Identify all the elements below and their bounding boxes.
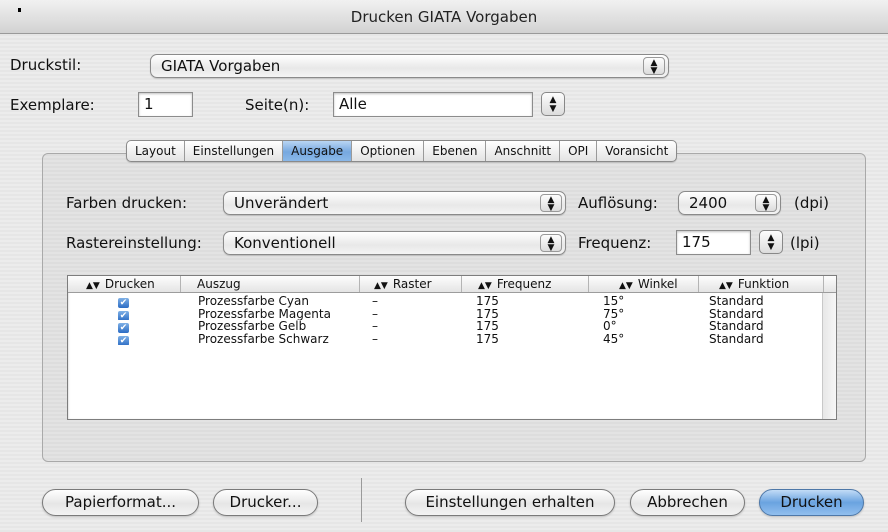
col-header-drucken[interactable]: ▲▼ Drucken	[68, 276, 181, 292]
table-row[interactable]: ✔ Prozessfarbe Cyan – 175 15° Standard	[68, 295, 836, 308]
farben-value: Unverändert	[234, 194, 329, 212]
papierformat-button[interactable]: Papierformat...	[42, 489, 199, 516]
table-header: ▲▼ Drucken Auszug ▲▼ Raster ▲▼ Frequenz ▲▼ W…	[68, 276, 836, 293]
col-header-raster[interactable]: ▲▼ Raster	[360, 276, 462, 292]
drucker-button[interactable]: Drucker...	[213, 489, 318, 516]
table-body: ✔ Prozessfarbe Cyan – 175 15° Standard ✔…	[68, 295, 836, 345]
frequenz-label: Frequenz:	[578, 234, 652, 252]
print-checkbox[interactable]: ✔	[118, 298, 129, 308]
frequenz-field[interactable]: 175	[676, 230, 751, 255]
winkel-cell: 45°	[603, 332, 625, 345]
col-header-winkel[interactable]: ▲▼ Winkel	[589, 276, 699, 292]
tab-anschnitt[interactable]: Anschnitt	[486, 141, 561, 161]
tab-layout[interactable]: Layout	[127, 141, 185, 161]
popup-arrows-icon: ▲ ▼	[540, 234, 562, 253]
table-scrollbar[interactable]	[822, 293, 836, 419]
raster-value: Konventionell	[234, 234, 336, 252]
print-checkbox[interactable]: ✔	[118, 335, 129, 345]
winkel-cell: 75°	[603, 307, 625, 320]
druckstil-value: GIATA Vorgaben	[161, 57, 281, 75]
tab-ebenen[interactable]: Ebenen	[424, 141, 487, 161]
sort-icon: ▲▼	[374, 281, 388, 291]
drucken-button[interactable]: Drucken	[759, 489, 864, 516]
winkel-cell: 0°	[603, 320, 617, 333]
raster-cell: –	[372, 307, 378, 320]
aufloesung-popup[interactable]: 2400 ▲ ▼	[678, 191, 781, 215]
funktion-cell: Standard	[709, 332, 764, 345]
aufloesung-unit: (dpi)	[794, 194, 829, 212]
tab-opi[interactable]: OPI	[560, 141, 598, 161]
popup-arrows-icon: ▲ ▼	[540, 194, 562, 213]
window-title: Drucken GIATA Vorgaben	[350, 8, 538, 26]
title-bar: Drucken GIATA Vorgaben	[0, 0, 888, 34]
raster-popup[interactable]: Konventionell ▲ ▼	[223, 231, 566, 255]
frequenz-cell: 175	[476, 320, 499, 333]
winkel-cell: 15°	[603, 295, 625, 308]
tab-ausgabe[interactable]: Ausgabe	[283, 141, 353, 161]
sort-icon: ▲▼	[719, 281, 733, 291]
sort-icon: ▲▼	[86, 281, 100, 291]
frequenz-cell: 175	[476, 295, 499, 308]
auszug-cell: Prozessfarbe Gelb	[198, 320, 307, 333]
tab-einstellungen[interactable]: Einstellungen	[185, 141, 284, 161]
print-checkbox[interactable]: ✔	[118, 323, 129, 333]
table-row[interactable]: ✔ Prozessfarbe Gelb – 175 0° Standard	[68, 320, 836, 333]
button-separator	[361, 478, 362, 522]
abbrechen-button[interactable]: Abbrechen	[630, 489, 745, 516]
aufloesung-value: 2400	[689, 194, 728, 212]
seiten-popup-button[interactable]: ▲ ▼	[541, 92, 565, 116]
table-row[interactable]: ✔ Prozessfarbe Magenta – 175 75° Standar…	[68, 307, 836, 320]
col-header-frequenz[interactable]: ▲▼ Frequenz	[462, 276, 589, 292]
separations-table: ▲▼ Drucken Auszug ▲▼ Raster ▲▼ Frequenz ▲▼ W…	[67, 275, 837, 420]
popup-arrows-icon: ▲ ▼	[643, 57, 665, 76]
sort-icon: ▲▼	[478, 281, 492, 291]
aufloesung-label: Auflösung:	[578, 194, 658, 212]
print-dialog: Drucken GIATA Vorgaben Druckstil: GIATA …	[0, 0, 888, 532]
print-checkbox[interactable]: ✔	[118, 310, 129, 320]
funktion-cell: Standard	[709, 307, 764, 320]
seiten-field[interactable]: Alle	[333, 92, 533, 117]
tab-voransicht[interactable]: Voransicht	[597, 141, 676, 161]
frequenz-popup-button[interactable]: ▲ ▼	[759, 230, 783, 254]
einstellungen-erhalten-button[interactable]: Einstellungen erhalten	[405, 489, 615, 516]
col-header-auszug[interactable]: Auszug	[181, 276, 360, 292]
raster-cell: –	[372, 295, 378, 308]
popup-arrows-icon: ▲ ▼	[755, 194, 777, 213]
farben-popup[interactable]: Unverändert ▲ ▼	[223, 191, 566, 215]
frequenz-cell: 175	[476, 332, 499, 345]
frequenz-cell: 175	[476, 307, 499, 320]
raster-cell: –	[372, 332, 378, 345]
druckstil-label: Druckstil:	[10, 56, 82, 74]
druckstil-popup[interactable]: GIATA Vorgaben ▲ ▼	[150, 54, 669, 78]
tab-bar: Layout Einstellungen Ausgabe Optionen Eb…	[126, 140, 678, 162]
exemplare-field[interactable]: 1	[138, 92, 193, 117]
raster-cell: –	[372, 320, 378, 333]
col-header-funktion[interactable]: ▲▼ Funktion	[699, 276, 824, 292]
funktion-cell: Standard	[709, 320, 764, 333]
seiten-label: Seite(n):	[245, 96, 310, 114]
auszug-cell: Prozessfarbe Magenta	[198, 307, 331, 320]
funktion-cell: Standard	[709, 295, 764, 308]
raster-label: Rastereinstellung:	[66, 234, 202, 252]
auszug-cell: Prozessfarbe Schwarz	[198, 332, 329, 345]
frequenz-unit: (lpi)	[790, 234, 820, 252]
sort-icon: ▲▼	[619, 281, 633, 291]
auszug-cell: Prozessfarbe Cyan	[198, 295, 309, 308]
tab-optionen[interactable]: Optionen	[352, 141, 425, 161]
window-corner-mark	[18, 8, 21, 12]
farben-label: Farben drucken:	[66, 194, 188, 212]
exemplare-label: Exemplare:	[10, 96, 95, 114]
table-row[interactable]: ✔ Prozessfarbe Schwarz – 175 45° Standar…	[68, 332, 836, 345]
